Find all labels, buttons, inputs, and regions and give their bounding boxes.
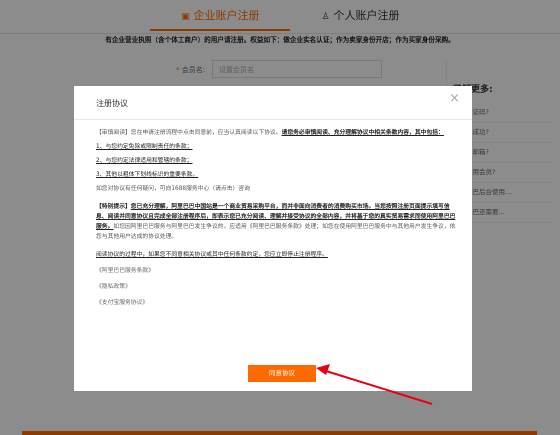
annotation-arrow-head [316,364,330,375]
annotation-arrow [316,364,433,405]
annotation-arrow-line [325,370,433,405]
